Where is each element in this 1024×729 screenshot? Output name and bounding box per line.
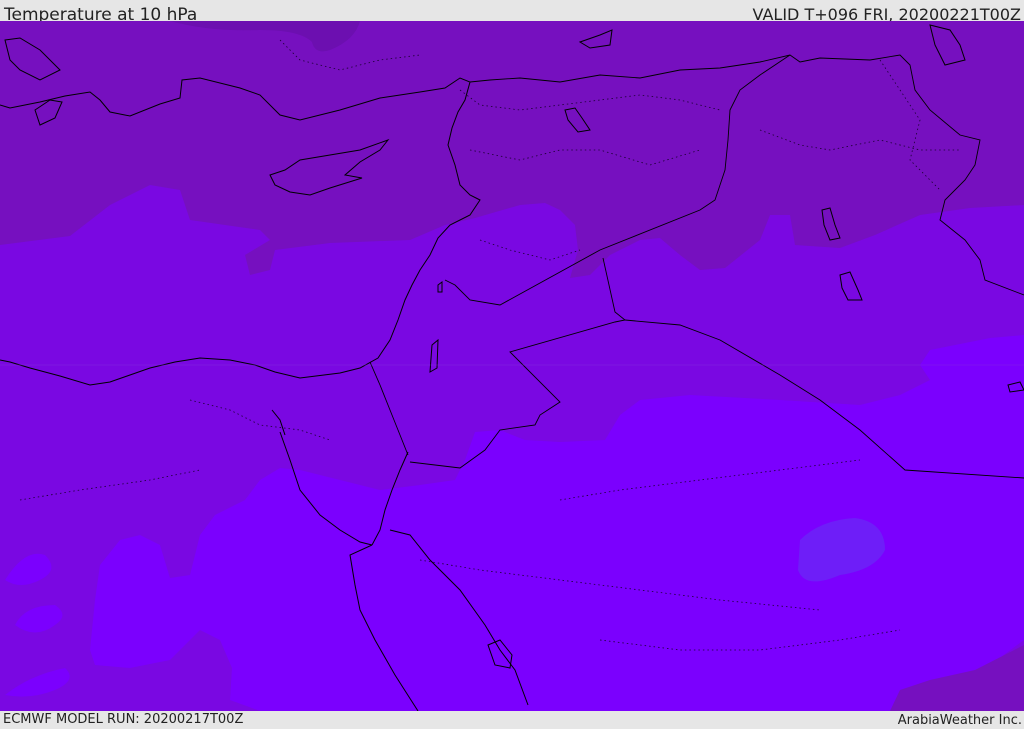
model-run-label: ECMWF MODEL RUN: 20200217T00Z: [3, 712, 244, 727]
credit-label: ArabiaWeather Inc.: [897, 713, 1022, 728]
temperature-map: [0, 21, 1024, 711]
